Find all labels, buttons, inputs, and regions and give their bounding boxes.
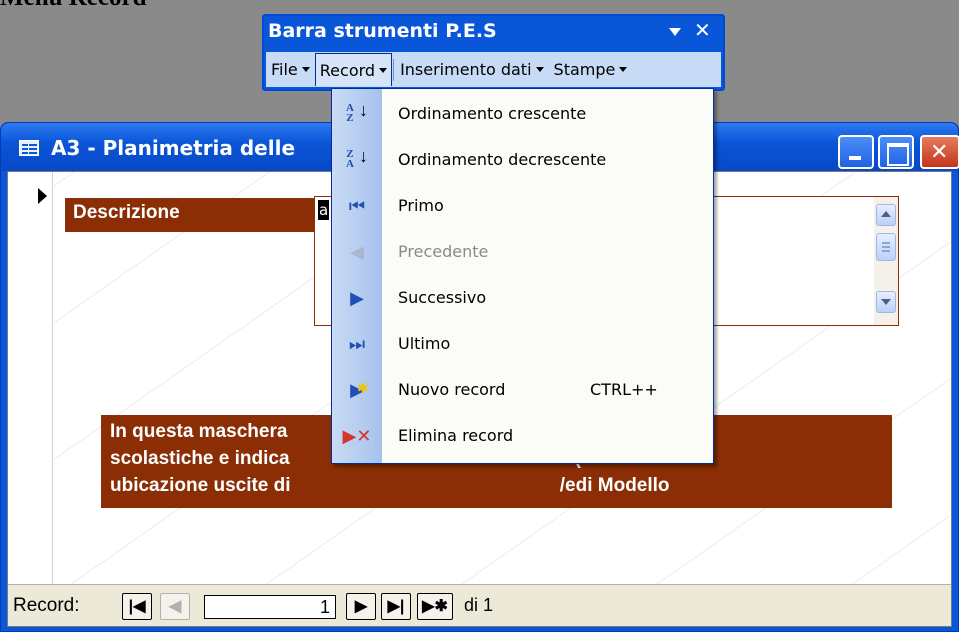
- record-navigation-bar: Record: |◀ ◀ 1 ▶ ▶| ▶✱ di 1: [8, 584, 951, 626]
- descrizione-label: Descrizione: [65, 198, 317, 232]
- new-record-button[interactable]: ▶✱: [417, 593, 453, 620]
- menu-item-ordinamento-crescente[interactable]: A Z ↓ Ordinamento crescente: [332, 91, 713, 137]
- menu-item-nuovo-record[interactable]: ▶ ✱ Nuovo record CTRL++: [332, 367, 713, 413]
- previous-record-icon: ◀: [168, 598, 182, 615]
- record-count: di 1: [464, 595, 494, 615]
- close-button[interactable]: [920, 135, 959, 169]
- toolbar-menu: File Record Inserimento dati Stampe: [266, 52, 721, 87]
- record-nav-label: Record:: [13, 595, 80, 616]
- descrizione-value: a: [318, 200, 330, 220]
- record-selector[interactable]: [8, 172, 53, 584]
- vertical-scrollbar[interactable]: [874, 197, 898, 325]
- last-record-button[interactable]: ▶|: [381, 593, 411, 620]
- first-record-button[interactable]: |◀: [122, 593, 152, 620]
- menu-file-label: File: [271, 60, 298, 79]
- menu-item-label: Ultimo: [398, 334, 451, 353]
- menu-item-primo[interactable]: ⏮ Primo: [332, 183, 713, 229]
- menu-item-label: Nuovo record: [398, 380, 506, 399]
- last-record-icon: ⏭: [348, 334, 366, 355]
- menu-stampe-label: Stampe: [553, 60, 616, 79]
- record-dropdown-menu: A Z ↓ Ordinamento crescente Z A ↓ Ordinament…: [331, 88, 714, 464]
- menu-record[interactable]: Record: [314, 53, 393, 86]
- menu-file[interactable]: File: [266, 53, 315, 86]
- next-record-icon: ▶: [354, 598, 368, 615]
- sort-ascending-icon: A Z ↓: [346, 100, 368, 124]
- record-number-input[interactable]: 1: [204, 595, 336, 619]
- menu-item-label: Primo: [398, 196, 444, 215]
- chevron-down-icon: [379, 67, 388, 73]
- toolbar-options-icon[interactable]: [669, 28, 681, 36]
- next-record-button[interactable]: ▶: [346, 593, 376, 620]
- toolbar-title[interactable]: Barra strumenti P.E.S: [268, 20, 497, 42]
- menu-item-precedente[interactable]: ◀ Precedente: [332, 229, 713, 275]
- menu-record-label: Record: [319, 60, 376, 80]
- menu-item-label: Elimina record: [398, 426, 514, 445]
- first-record-icon: |◀: [128, 598, 146, 615]
- menu-item-label: Ordinamento crescente: [398, 104, 587, 123]
- menu-separator: [393, 58, 395, 81]
- menu-item-ultimo[interactable]: ⏭ Ultimo: [332, 321, 713, 367]
- pes-toolbar: Barra strumenti P.E.S ✕ File Record Inse…: [262, 14, 725, 91]
- toolbar-close-icon[interactable]: ✕: [694, 18, 711, 42]
- new-record-icon: ▶✱: [350, 380, 369, 401]
- scroll-thumb[interactable]: [876, 233, 896, 261]
- delete-record-icon: ▶✕: [342, 426, 372, 447]
- new-record-icon: ▶✱: [422, 598, 448, 615]
- next-record-icon: ▶: [350, 288, 364, 309]
- previous-record-icon: ◀: [350, 242, 364, 263]
- page-heading: Menu Record: [0, 0, 147, 12]
- menu-stampe[interactable]: Stampe: [549, 53, 633, 86]
- minimize-button[interactable]: [838, 135, 874, 169]
- menu-inserimento-label: Inserimento dati: [400, 60, 532, 79]
- chevron-down-icon: [619, 67, 628, 72]
- form-icon[interactable]: [19, 140, 39, 156]
- chevron-down-icon: [301, 67, 310, 72]
- menu-item-label: Ordinamento decrescente: [398, 150, 607, 169]
- menu-item-label: Precedente: [398, 242, 489, 261]
- info-line: ubicazione uscite di /edi Modello: [110, 475, 670, 496]
- menu-item-shortcut: CTRL++: [590, 380, 658, 399]
- scroll-down-button[interactable]: [876, 291, 896, 313]
- chevron-down-icon: [535, 67, 544, 72]
- scroll-up-button[interactable]: [876, 204, 896, 226]
- menu-item-ordinamento-decrescente[interactable]: Z A ↓ Ordinamento decrescente: [332, 137, 713, 183]
- form-title: A3 - Planimetria delle: [51, 136, 296, 160]
- previous-record-button[interactable]: ◀: [160, 593, 190, 620]
- sort-descending-icon: Z A ↓: [346, 146, 368, 170]
- maximize-button[interactable]: [878, 135, 914, 169]
- menu-item-elimina-record[interactable]: ▶✕ Elimina record: [332, 413, 713, 459]
- first-record-icon: ⏮: [348, 196, 366, 217]
- menu-inserimento-dati[interactable]: Inserimento dati: [395, 53, 548, 86]
- menu-item-successivo[interactable]: ▶ Successivo: [332, 275, 713, 321]
- last-record-icon: ▶|: [387, 598, 405, 615]
- current-record-icon: [38, 188, 47, 204]
- menu-item-label: Successivo: [398, 288, 487, 307]
